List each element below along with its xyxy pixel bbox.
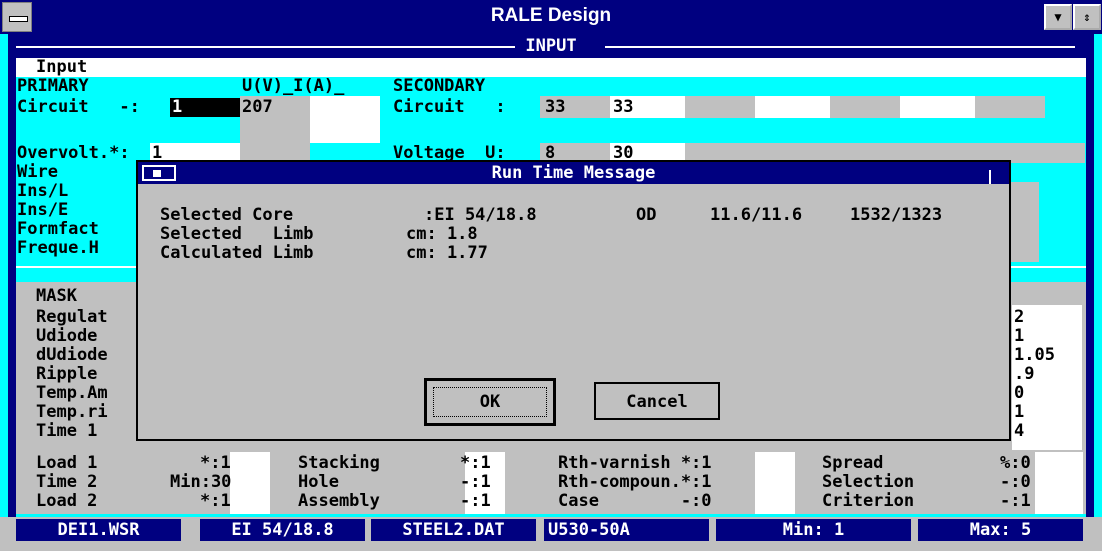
frame-line: [605, 46, 1075, 48]
status-max: Max: 5: [918, 519, 1083, 541]
secondary-header: SECONDARY: [393, 76, 486, 96]
row-label: Hole: [298, 472, 339, 492]
status-steel: STEEL2.DAT: [371, 519, 536, 541]
ok-label: OK: [479, 392, 501, 412]
circuit-value: 1: [172, 97, 183, 117]
white-cell: [900, 96, 975, 118]
arrow-down-icon: ▼: [1054, 10, 1062, 24]
calc-limb-label: Calculated Limb: [160, 243, 314, 263]
calc-limb-value: cm: 1.77: [406, 243, 488, 263]
mask-value[interactable]: 1.05: [1014, 346, 1055, 365]
frame-line: [15, 46, 515, 48]
restore-button[interactable]: ⇕: [1073, 4, 1101, 30]
cancel-label: Cancel: [626, 392, 688, 412]
row-value[interactable]: %:0: [1000, 454, 1031, 473]
row-value[interactable]: -:0: [1000, 473, 1031, 492]
white-cell: [755, 96, 830, 118]
dialog-title: Run Time Message: [491, 163, 656, 183]
row-label[interactable]: Rth-varnish *:1: [558, 454, 712, 473]
row-value[interactable]: Min:30: [170, 473, 231, 492]
ok-button[interactable]: OK: [424, 378, 556, 426]
row-value[interactable]: -:1: [460, 492, 491, 511]
row-label[interactable]: Rth-compoun.*:1: [558, 473, 712, 492]
wire-label: Wire: [17, 162, 58, 182]
status-bar: DEI1.WSR EI 54/18.8 STEEL2.DAT U530-50A …: [0, 517, 1102, 551]
scroll-down-button[interactable]: ▼: [1044, 4, 1072, 30]
status-material: U530-50A: [544, 519, 709, 541]
limb-value: cm: 1.8: [406, 224, 478, 244]
row-label: Load 2: [36, 491, 98, 511]
mask-label: Ripple: [36, 364, 98, 384]
status-min: Min: 1: [716, 519, 911, 541]
gray-cell: [1011, 182, 1039, 262]
gray-cell: [830, 96, 900, 118]
freque-label: Freque.H: [17, 238, 99, 258]
mask-value[interactable]: .9: [1014, 365, 1034, 384]
sec-circuit-col2[interactable]: 33: [613, 98, 633, 117]
mask-value[interactable]: 4: [1014, 422, 1024, 441]
row-value[interactable]: -:1: [1000, 492, 1031, 511]
white-cell: [310, 96, 380, 143]
mask-label: Temp.Am: [36, 383, 108, 403]
right-border: [1086, 34, 1094, 517]
input-label: Input: [36, 57, 88, 77]
row-value[interactable]: *:1: [460, 454, 491, 473]
mask-label: Temp.ri: [36, 402, 108, 422]
run-time-message-dialog: Run Time Message Selected Core :EI 54/18…: [136, 160, 1011, 441]
white-cell: [1035, 452, 1083, 514]
row-label: Selection: [822, 472, 915, 492]
row-label: Assembly: [298, 491, 380, 511]
mask-label: dUdiode: [36, 345, 108, 365]
status-core: EI 54/18.8: [200, 519, 365, 541]
od-label: OD: [636, 205, 657, 225]
gray-cell: [975, 96, 1045, 118]
ins-l-label: Ins/L: [17, 181, 69, 201]
overvolt-label: Overvolt.*:: [17, 143, 130, 163]
sec-circuit-value[interactable]: 33: [545, 98, 565, 117]
cancel-button[interactable]: Cancel: [594, 382, 720, 420]
row-label: Criterion: [822, 491, 915, 511]
core-label: Selected Core: [160, 205, 294, 225]
mask-value[interactable]: 1: [1014, 403, 1024, 422]
formfact-label: Formfact: [17, 219, 99, 239]
frame-line: [989, 170, 991, 184]
white-cell: [755, 452, 795, 514]
app-title: RALE Design: [490, 5, 612, 26]
primary-header: PRIMARY: [17, 76, 89, 96]
gray-cell: [685, 96, 755, 118]
sec-circuit-label: Circuit :: [393, 97, 506, 117]
row-label: Load 1: [36, 453, 98, 473]
row-label[interactable]: Case -:0: [558, 492, 712, 511]
row-label: Stacking: [298, 453, 380, 473]
mask-value[interactable]: 2: [1014, 308, 1024, 327]
white-cell: [230, 452, 270, 514]
row-label: Time 2: [36, 472, 98, 492]
core-value: :EI 54/18.8: [424, 205, 537, 225]
uia-header: U(V)_I(A)_: [242, 76, 345, 96]
row-value[interactable]: *:1: [200, 492, 231, 511]
row-value[interactable]: *:1: [200, 454, 231, 473]
mask-label: Time 1: [36, 421, 98, 441]
od-value: 11.6/11.6: [710, 205, 803, 225]
input-row: [16, 58, 1086, 77]
mask-label: Udiode: [36, 326, 98, 346]
row-value[interactable]: -:1: [460, 473, 491, 492]
left-border: [8, 34, 16, 517]
ins-e-label: Ins/E: [17, 200, 69, 220]
arrow-up-down-icon: ⇕: [1083, 10, 1091, 24]
limb-label: Selected Limb: [160, 224, 314, 244]
circuit-voltage[interactable]: 207: [242, 98, 273, 117]
mask-header: MASK: [36, 286, 77, 306]
mask-value[interactable]: 0: [1014, 384, 1024, 403]
circuit-label: Circuit -:: [17, 97, 140, 117]
status-file: DEI1.WSR: [16, 519, 181, 541]
row-label: Spread: [822, 453, 884, 473]
core-extra: 1532/1323: [850, 205, 943, 225]
mask-label: Regulat: [36, 307, 108, 327]
mask-value[interactable]: 1: [1014, 327, 1024, 346]
